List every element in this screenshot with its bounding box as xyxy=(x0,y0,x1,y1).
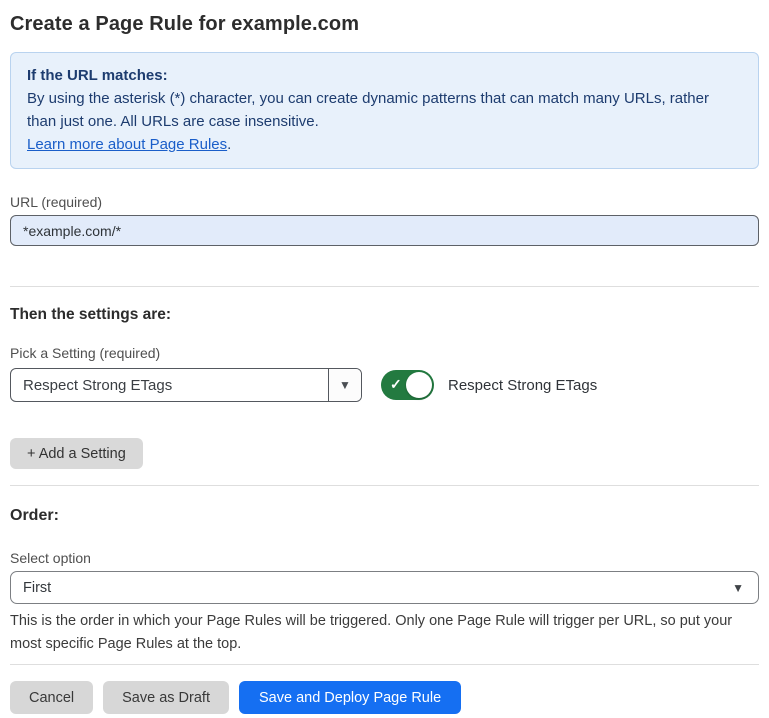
save-as-draft-button[interactable]: Save as Draft xyxy=(103,681,229,714)
create-page-rule-panel: Create a Page Rule for example.com If th… xyxy=(0,11,769,714)
order-help-text: This is the order in which your Page Rul… xyxy=(10,610,755,656)
url-field-label: URL (required) xyxy=(10,193,759,211)
divider xyxy=(10,485,759,486)
link-suffix: . xyxy=(227,136,231,153)
chevron-down-icon[interactable]: ▼ xyxy=(328,369,361,401)
check-icon: ✓ xyxy=(390,376,402,393)
divider xyxy=(10,286,759,287)
learn-more-link[interactable]: Learn more about Page Rules xyxy=(27,136,227,153)
add-setting-button[interactable]: + Add a Setting xyxy=(10,438,143,469)
toggle-knob xyxy=(406,372,432,398)
cancel-button[interactable]: Cancel xyxy=(10,681,93,714)
footer-button-row: Cancel Save as Draft Save and Deploy Pag… xyxy=(10,681,759,714)
url-input[interactable] xyxy=(10,215,759,246)
info-box-link-line: Learn more about Page Rules. xyxy=(27,133,742,156)
info-box-body: By using the asterisk (*) character, you… xyxy=(27,87,742,133)
url-matches-info-box: If the URL matches: By using the asteris… xyxy=(10,52,759,169)
toggle-label: Respect Strong ETags xyxy=(448,377,597,394)
setting-row: Respect Strong ETags ▼ ✓ Respect Strong … xyxy=(10,368,759,402)
page-title: Create a Page Rule for example.com xyxy=(10,11,759,38)
save-and-deploy-button[interactable]: Save and Deploy Page Rule xyxy=(239,681,461,714)
respect-strong-etags-toggle[interactable]: ✓ xyxy=(381,370,434,400)
chevron-down-icon: ▼ xyxy=(732,581,744,595)
info-box-heading: If the URL matches: xyxy=(27,64,742,87)
settings-section-heading: Then the settings are: xyxy=(10,305,759,324)
order-section-heading: Order: xyxy=(10,506,759,525)
setting-dropdown[interactable]: Respect Strong ETags ▼ xyxy=(10,368,362,402)
order-select-value: First xyxy=(23,580,51,596)
pick-setting-label: Pick a Setting (required) xyxy=(10,344,759,362)
setting-dropdown-value: Respect Strong ETags xyxy=(11,369,328,401)
select-option-label: Select option xyxy=(10,549,759,567)
divider xyxy=(10,664,759,665)
order-select[interactable]: First ▼ xyxy=(10,571,759,604)
